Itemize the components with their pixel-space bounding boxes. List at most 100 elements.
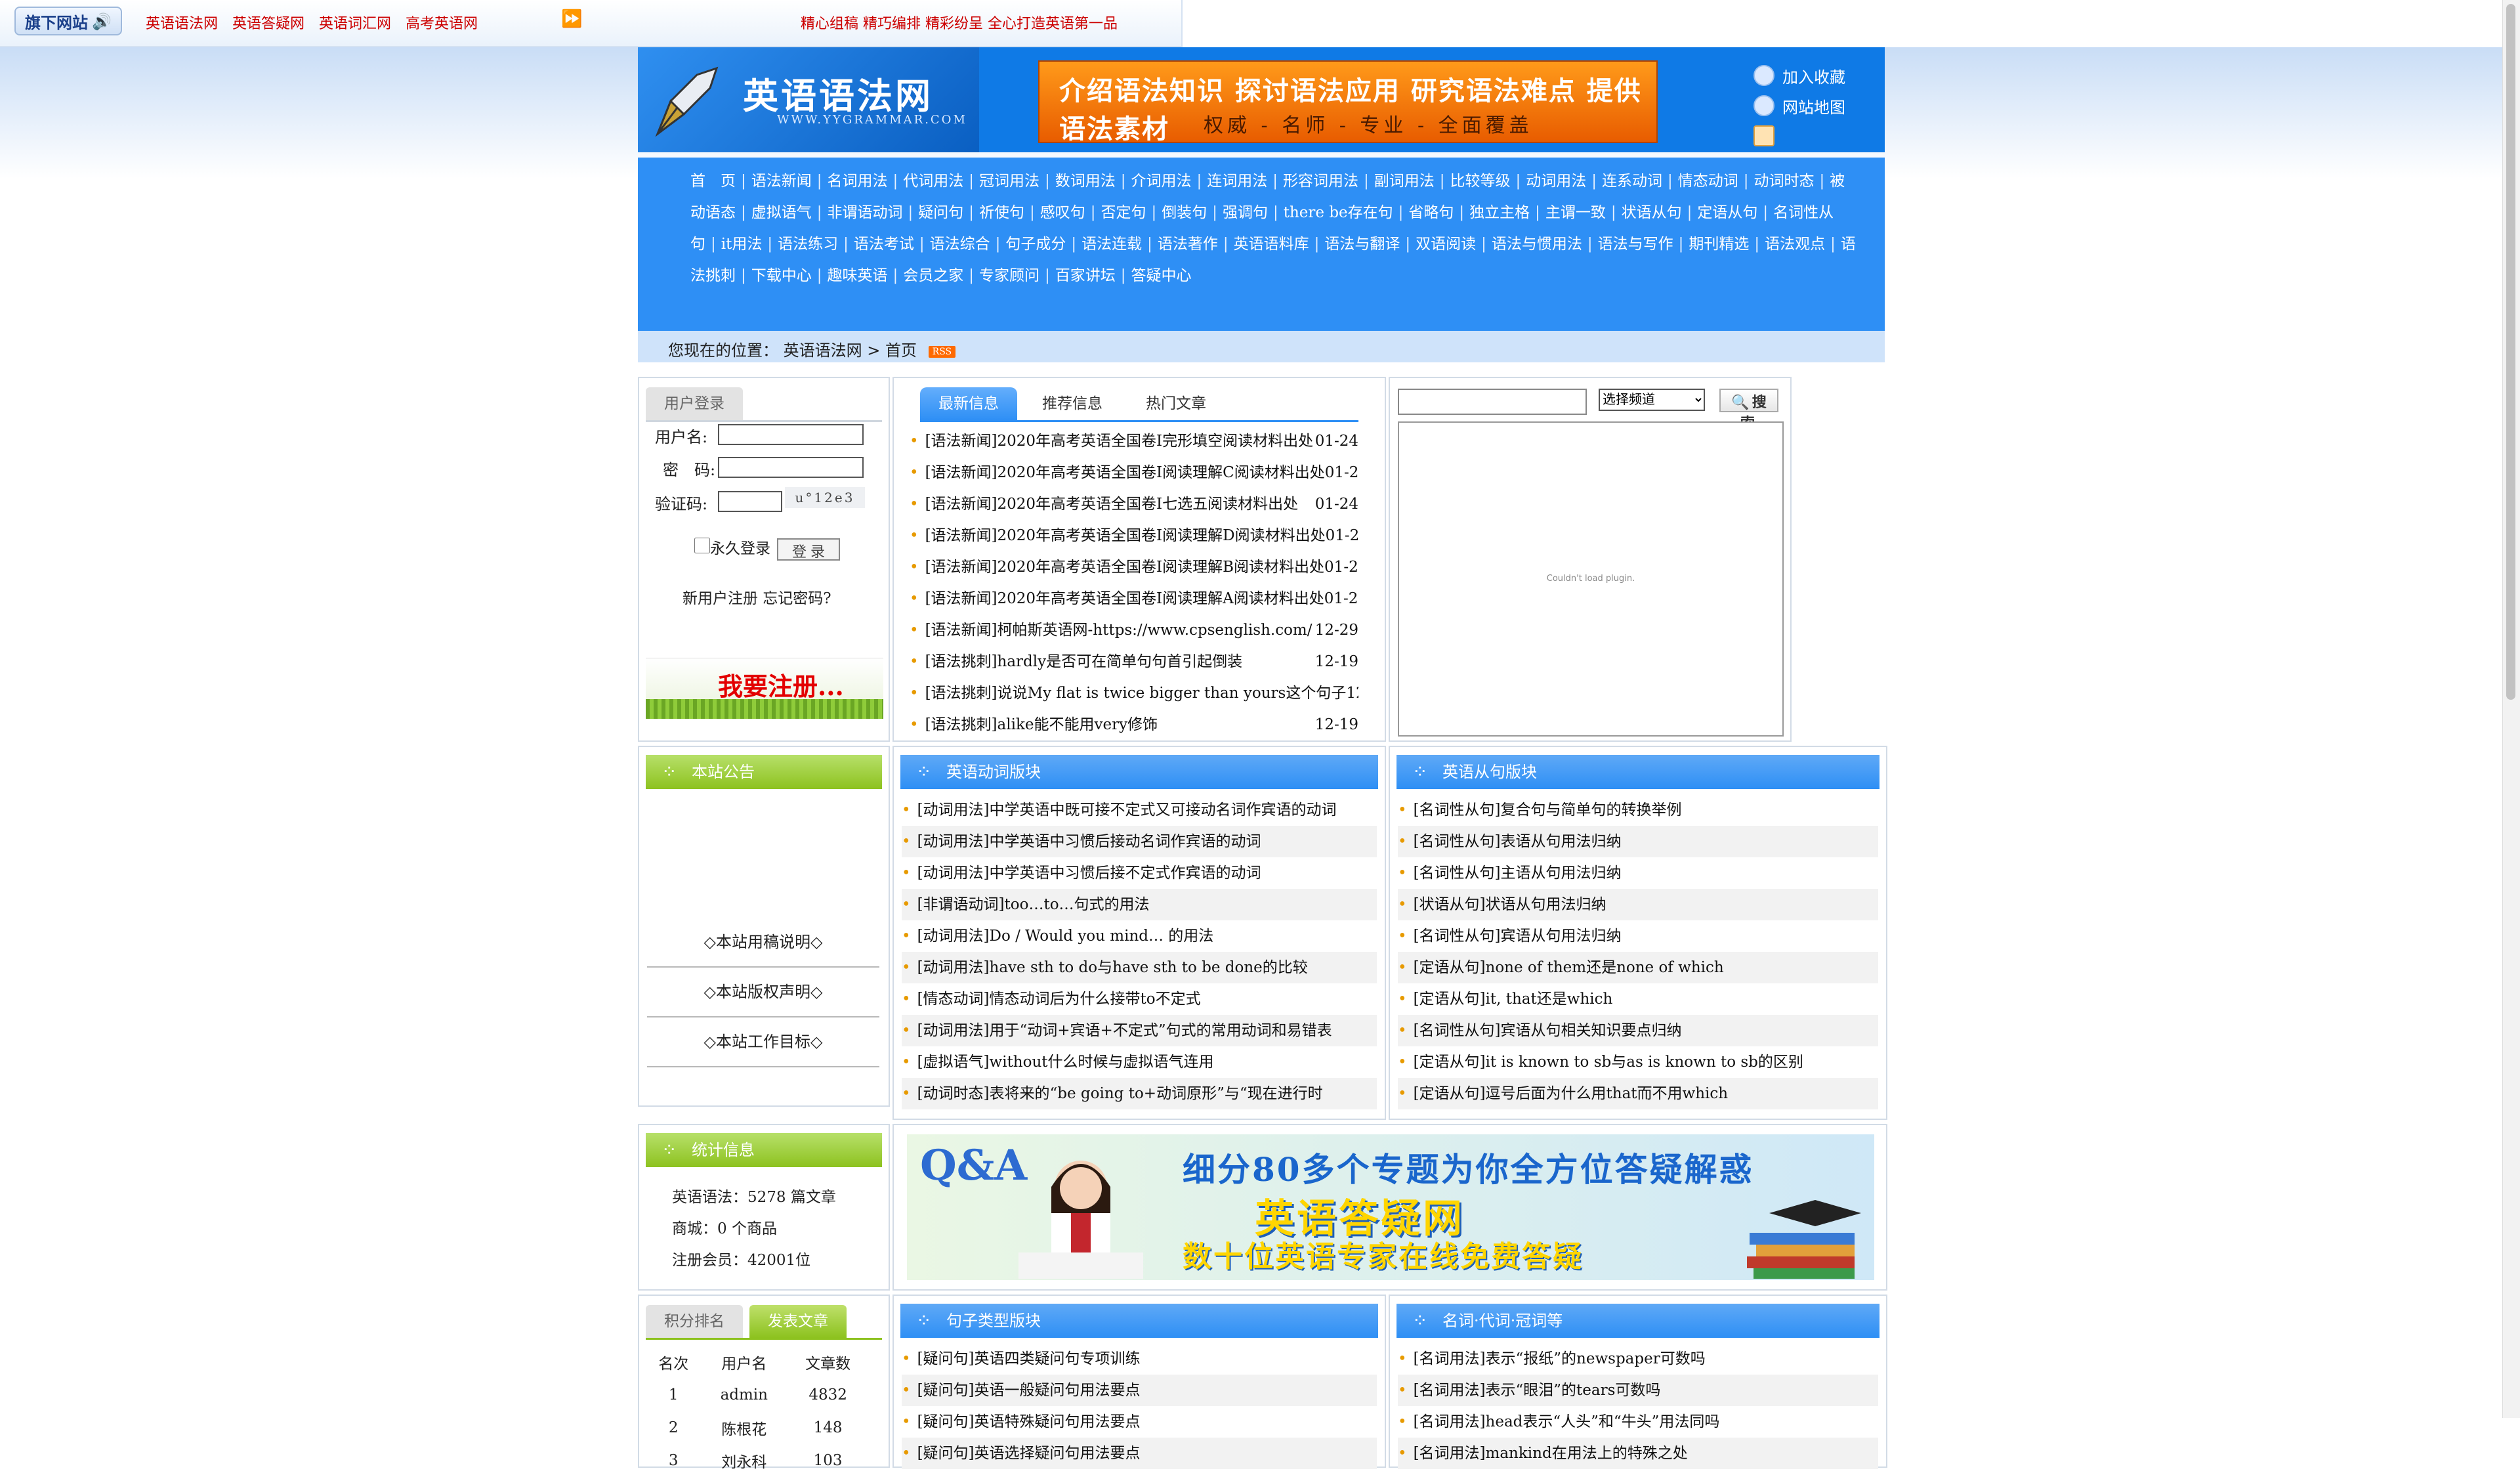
list-item[interactable]: [疑问句]英语一般疑问句用法要点: [902, 1375, 1377, 1406]
list-item[interactable]: [语法新闻]2020年高考英语全国卷I阅读理解D阅读材料出处01-24: [910, 520, 1358, 551]
tab-latest[interactable]: 最新信息: [920, 387, 1017, 420]
nav-link[interactable]: there be存在句: [1284, 204, 1393, 221]
nav-link[interactable]: 动词时态: [1754, 173, 1815, 190]
list-item[interactable]: [情态动词]情态动词后为什么接带to不定式: [902, 983, 1377, 1015]
list-item[interactable]: [语法新闻]2020年高考英语全国卷I阅读理解A阅读材料出处01-24: [910, 583, 1358, 614]
vertical-scrollbar[interactable]: [2502, 0, 2520, 1418]
list-item[interactable]: [名词性从句]宾语从句相关知识要点归纳: [1398, 1015, 1878, 1046]
search-button[interactable]: 🔍搜索: [1719, 389, 1778, 431]
list-item[interactable]: [语法新闻]2020年高考英语全国卷I七选五阅读材料出处 01-24: [910, 488, 1358, 520]
double-arrow-icon[interactable]: ⏩: [561, 9, 582, 29]
breadcrumb-path[interactable]: 英语语法网 > 首页: [784, 341, 917, 360]
captcha-input[interactable]: [718, 491, 782, 512]
nav-link[interactable]: 连词用法: [1207, 173, 1267, 190]
list-item-title[interactable]: [动词用法]中学英语中既可接不定式又可接动名词作宾语的动词: [902, 794, 1337, 826]
list-item[interactable]: [语法新闻]2020年高考英语全国卷I完形填空阅读材料出处01-24: [910, 425, 1358, 457]
list-item-title[interactable]: [定语从句]it is known to sb与as is known to s…: [1398, 1046, 1803, 1078]
nav-link[interactable]: 虚拟语气: [751, 204, 812, 221]
nav-link[interactable]: 倒装句: [1162, 204, 1207, 221]
nav-link[interactable]: 省略句: [1408, 204, 1454, 221]
list-item-title[interactable]: [动词时态]表将来的“be going to+动词原形”与“现在进行时: [902, 1078, 1323, 1109]
nav-link[interactable]: 介词用法: [1131, 173, 1192, 190]
list-item[interactable]: [名词用法]表示“报纸”的newspaper可数吗: [1398, 1343, 1878, 1375]
list-item-title[interactable]: [疑问句]英语四类疑问句专项训练: [902, 1343, 1141, 1375]
list-item[interactable]: [疑问句]英语特殊疑问句用法要点: [902, 1406, 1377, 1438]
list-item-title[interactable]: [疑问句]英语选择疑问句用法要点: [902, 1438, 1141, 1469]
list-item[interactable]: [定语从句]逗号后面为什么用that而不用which: [1398, 1078, 1878, 1109]
list-item[interactable]: [语法新闻]柯帕斯英语网-https://www.cpsenglish.com/…: [910, 614, 1358, 646]
list-item-title[interactable]: [语法新闻]2020年高考英语全国卷I阅读理解D阅读材料出处: [910, 520, 1326, 551]
list-item-title[interactable]: [疑问句]英语特殊疑问句用法要点: [902, 1406, 1141, 1438]
rank-username[interactable]: admin: [701, 1379, 787, 1411]
list-item[interactable]: [语法挑刺]说说My flat is twice bigger than you…: [910, 677, 1358, 709]
register-banner[interactable]: 我要注册...: [646, 658, 883, 719]
rank-username[interactable]: 刘永科: [701, 1444, 787, 1477]
nav-link[interactable]: 首 页: [690, 173, 736, 190]
nav-link[interactable]: 比较等级: [1450, 173, 1511, 190]
list-item-title[interactable]: [语法新闻]2020年高考英语全国卷I七选五阅读材料出处: [910, 488, 1299, 520]
nav-link[interactable]: 感叹句: [1040, 204, 1085, 221]
nav-link[interactable]: 情态动词: [1678, 173, 1738, 190]
list-item[interactable]: [语法挑刺]alike能不能用very修饰 12-19: [910, 709, 1358, 740]
list-item[interactable]: [疑问句]英语选择疑问句用法要点: [902, 1438, 1377, 1469]
nav-link[interactable]: 数词用法: [1055, 173, 1116, 190]
list-item-title[interactable]: [名词用法]表示“眼泪”的tears可数吗: [1398, 1375, 1661, 1406]
nav-link[interactable]: 语法考试: [854, 236, 914, 253]
nav-link[interactable]: 冠词用法: [979, 173, 1040, 190]
list-item-title[interactable]: [虚拟语气]without什么时候与虚拟语气连用: [902, 1046, 1214, 1078]
affiliate-link-qa[interactable]: 英语答疑网: [232, 12, 304, 33]
affiliate-link-vocab[interactable]: 英语词汇网: [319, 12, 391, 33]
notice-item-goals[interactable]: ◇本站工作目标◇: [647, 1017, 879, 1067]
rank-username[interactable]: 陈根花: [701, 1411, 787, 1444]
nav-link[interactable]: 名词用法: [828, 173, 888, 190]
qa-ad-banner[interactable]: Q&A 细分80多个专题为你全方位答疑解惑 英语答疑网 数十位英语专家在线免费答…: [907, 1134, 1874, 1280]
list-item[interactable]: [状语从句]状语从句用法归纳: [1398, 889, 1878, 920]
list-item-title[interactable]: [定语从句]none of them还是none of which: [1398, 952, 1724, 983]
nav-link[interactable]: 双语阅读: [1416, 236, 1476, 253]
list-item[interactable]: [非谓语动词]too…to…句式的用法: [902, 889, 1377, 920]
list-item[interactable]: [动词用法]Do / Would you mind… 的用法: [902, 920, 1377, 952]
list-item-title[interactable]: [动词用法]中学英语中习惯后接不定式作宾语的动词: [902, 857, 1261, 889]
list-item[interactable]: [名词性从句]主语从句用法归纳: [1398, 857, 1878, 889]
list-item[interactable]: [名词用法]表示“眼泪”的tears可数吗: [1398, 1375, 1878, 1406]
list-item[interactable]: [语法挑刺]hardly是否可在简单句句首引起倒装 12-19: [910, 646, 1358, 677]
affiliate-link-gaokao[interactable]: 高考英语网: [406, 12, 478, 33]
nav-link[interactable]: 动词用法: [1526, 173, 1586, 190]
nav-link[interactable]: 状语从句: [1622, 204, 1682, 221]
list-item-title[interactable]: [语法新闻]2020年高考英语全国卷I阅读理解A阅读材料出处: [910, 583, 1324, 614]
list-item-title[interactable]: [情态动词]情态动词后为什么接带to不定式: [902, 983, 1201, 1015]
list-item-title[interactable]: [非谓语动词]too…to…句式的用法: [902, 889, 1150, 920]
nav-link[interactable]: it用法: [721, 236, 763, 253]
nav-link[interactable]: 语法新闻: [751, 173, 812, 190]
nav-link[interactable]: 语法与写作: [1598, 236, 1673, 253]
nav-link[interactable]: 形容词用法: [1283, 173, 1358, 190]
list-item[interactable]: [名词用法]head表示“人头”和“牛头”用法同吗: [1398, 1406, 1878, 1438]
nav-link[interactable]: 语法与惯用法: [1492, 236, 1582, 253]
channel-select[interactable]: 选择频道: [1599, 389, 1705, 411]
list-item[interactable]: [定语从句]none of them还是none of which: [1398, 952, 1878, 983]
rss-icon[interactable]: RSS: [928, 345, 956, 358]
list-item[interactable]: [动词用法]中学英语中习惯后接动名词作宾语的动词: [902, 826, 1377, 857]
list-item-title[interactable]: [状语从句]状语从句用法归纳: [1398, 889, 1606, 920]
search-input[interactable]: [1398, 389, 1587, 415]
list-item[interactable]: [名词性从句]表语从句用法归纳: [1398, 826, 1878, 857]
register-forgot-links[interactable]: 新用户注册 忘记密码?: [682, 586, 831, 608]
list-item[interactable]: [疑问句]英语四类疑问句专项训练: [902, 1343, 1377, 1375]
nav-link[interactable]: 语法综合: [930, 236, 990, 253]
login-button[interactable]: 登 录: [777, 538, 840, 561]
nav-link[interactable]: 强调句: [1223, 204, 1268, 221]
remember-checkbox[interactable]: [694, 538, 710, 553]
nav-link[interactable]: 会员之家: [903, 267, 963, 284]
home-link[interactable]: [1754, 121, 1845, 151]
list-item-title[interactable]: [名词性从句]宾语从句相关知识要点归纳: [1398, 1015, 1682, 1046]
nav-link[interactable]: 独立主格: [1469, 204, 1530, 221]
list-item-title[interactable]: [名词用法]表示“报纸”的newspaper可数吗: [1398, 1343, 1706, 1375]
notice-item-copyright[interactable]: ◇本站版权声明◇: [647, 968, 879, 1017]
nav-link[interactable]: 百家讲坛: [1055, 267, 1116, 284]
nav-link[interactable]: 连系动词: [1602, 173, 1662, 190]
nav-link[interactable]: 副词用法: [1374, 173, 1435, 190]
add-favorite-link[interactable]: 加入收藏: [1754, 60, 1845, 91]
header-banner[interactable]: 介绍语法知识 探讨语法应用 研究语法难点 提供语法素材 权威 - 名师 - 专业…: [1038, 60, 1658, 144]
nav-link[interactable]: 否定句: [1101, 204, 1146, 221]
list-item-title[interactable]: [动词用法]用于“动词+宾语+不定式”句式的常用动词和易错表: [902, 1015, 1332, 1046]
